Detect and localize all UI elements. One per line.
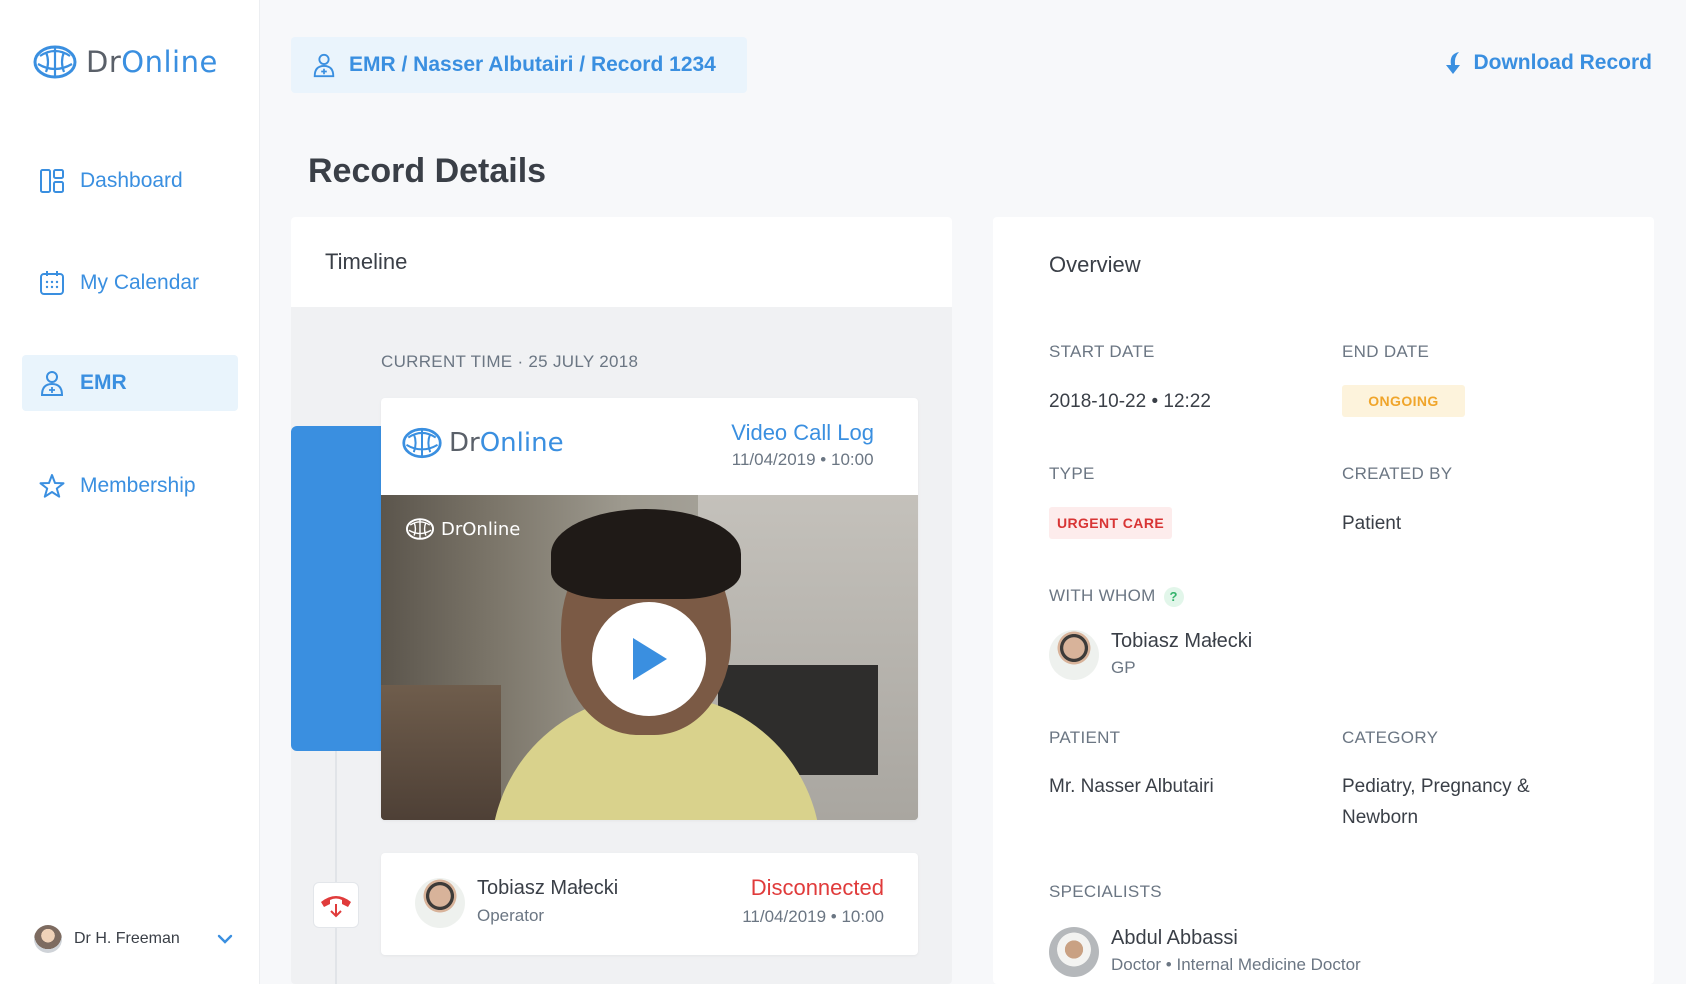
download-label: Download Record (1473, 51, 1652, 74)
chevron-down-icon[interactable] (216, 933, 234, 945)
timeline-call-badge (313, 882, 359, 928)
brand-dr: Dr (441, 518, 463, 540)
start-date-value: 2018-10-22 • 12:22 (1049, 391, 1211, 412)
video-call-log-datetime: 11/04/2019 • 10:00 (731, 450, 874, 469)
brain-logo-icon (402, 427, 442, 459)
call-status-text: Disconnected (750, 875, 884, 900)
brand-dr: Dr (449, 428, 480, 458)
video-player[interactable]: DrOnline (381, 495, 918, 820)
sidebar-item-my-calendar[interactable]: My Calendar (22, 255, 238, 311)
sidebar-item-label: Dashboard (80, 169, 183, 192)
video-call-log-title: Video Call Log (731, 420, 874, 445)
sidebar-item-label: Membership (80, 474, 196, 497)
avatar (415, 878, 465, 928)
avatar (1049, 630, 1099, 680)
current-time: CURRENT TIME · 25 JULY 2018 (381, 352, 639, 371)
download-icon (1446, 52, 1461, 74)
specialists-label: SPECIALISTS (1049, 882, 1162, 901)
with-whom-role: GP (1111, 658, 1136, 677)
sidebar-item-emr[interactable]: EMR (22, 355, 238, 411)
category-label: CATEGORY (1342, 728, 1439, 747)
app-logo[interactable]: DrOnline (32, 44, 218, 80)
hang-up-phone-icon (321, 896, 351, 918)
page-title: Record Details (308, 152, 547, 190)
with-whom-name: Tobiasz Małecki (1111, 630, 1253, 652)
sidebar-item-label: My Calendar (80, 271, 200, 294)
status-badge-ongoing: ONGOING (1342, 385, 1465, 417)
with-whom-label: WITH WHOM? (1049, 586, 1184, 607)
user-name: Dr H. Freeman (74, 930, 180, 947)
brand-online: Online (121, 45, 218, 79)
type-badge-urgent-care: URGENT CARE (1049, 507, 1173, 539)
category-value-line1: Pediatry, Pregnancy & (1342, 776, 1530, 797)
play-icon (633, 638, 667, 680)
video-frame-person-hair (551, 509, 741, 599)
overview-card: Overview START DATE 2018-10-22 • 12:22 E… (993, 217, 1654, 984)
brand-online: Online (479, 428, 564, 458)
brain-logo-icon (33, 45, 77, 79)
timeline-card: Timeline CURRENT TIME · 25 JULY 2018 DrO… (291, 217, 952, 984)
video-card-header: DrOnline Video Call Log 11/04/2019 • 10:… (381, 398, 918, 495)
call-status: Disconnected 11/04/2019 • 10:00 (742, 875, 884, 927)
user-plus-icon (313, 53, 335, 78)
sidebar-item-label: EMR (80, 371, 127, 394)
video-watermark-logo: DrOnline (405, 517, 520, 541)
dashboard-icon (40, 169, 64, 193)
brain-logo-icon (405, 518, 435, 540)
help-icon[interactable]: ? (1163, 586, 1184, 607)
patient-value: Mr. Nasser Albutairi (1049, 776, 1214, 797)
play-button[interactable] (592, 602, 706, 716)
avatar (1049, 927, 1099, 977)
video-call-log-card[interactable]: DrOnline Video Call Log 11/04/2019 • 10:… (381, 398, 918, 820)
video-frame-cabinet (381, 685, 501, 820)
brand-online: Online (462, 518, 521, 540)
user-plus-icon (40, 371, 64, 396)
breadcrumb-text[interactable]: EMR / Nasser Albutairi / Record 1234 (349, 53, 716, 77)
download-record-button[interactable]: Download Record (1441, 50, 1652, 76)
category-value-line2: Newborn (1342, 807, 1419, 828)
participant-role: Operator (477, 906, 545, 925)
video-card-logo: DrOnline (401, 426, 564, 460)
video-call-log-info: Video Call Log 11/04/2019 • 10:00 (731, 420, 874, 470)
brand-dr: Dr (86, 45, 122, 79)
type-label: TYPE (1049, 464, 1095, 483)
created-by-value: Patient (1342, 513, 1402, 534)
star-icon (39, 474, 65, 498)
breadcrumb: EMR / Nasser Albutairi / Record 1234 (291, 37, 747, 93)
call-status-datetime: 11/04/2019 • 10:00 (742, 907, 884, 926)
call-participant: Tobiasz Małecki Operator (477, 877, 618, 926)
user-menu[interactable]: Dr H. Freeman (34, 925, 234, 953)
start-date-label: START DATE (1049, 342, 1155, 361)
participant-name: Tobiasz Małecki (477, 877, 619, 899)
overview-title: Overview (1049, 252, 1141, 277)
sidebar-item-membership[interactable]: Membership (22, 458, 238, 514)
sidebar-item-dashboard[interactable]: Dashboard (22, 153, 238, 209)
created-by-label: CREATED BY (1342, 464, 1453, 483)
end-date-label: END DATE (1342, 342, 1430, 361)
call-event-card[interactable]: Tobiasz Małecki Operator Disconnected 11… (381, 853, 918, 955)
specialist-role: Doctor • Internal Medicine Doctor (1111, 955, 1361, 974)
sidebar: DrOnline Dashboard My Calendar EMR Membe… (0, 0, 260, 984)
calendar-icon (40, 271, 64, 295)
specialist-name: Abdul Abbassi (1111, 927, 1238, 949)
avatar (34, 925, 62, 953)
patient-label: PATIENT (1049, 728, 1121, 747)
with-whom-label-text: WITH WHOM (1049, 586, 1156, 605)
timeline-title: Timeline (325, 249, 408, 274)
timeline-header: Timeline (291, 217, 952, 307)
